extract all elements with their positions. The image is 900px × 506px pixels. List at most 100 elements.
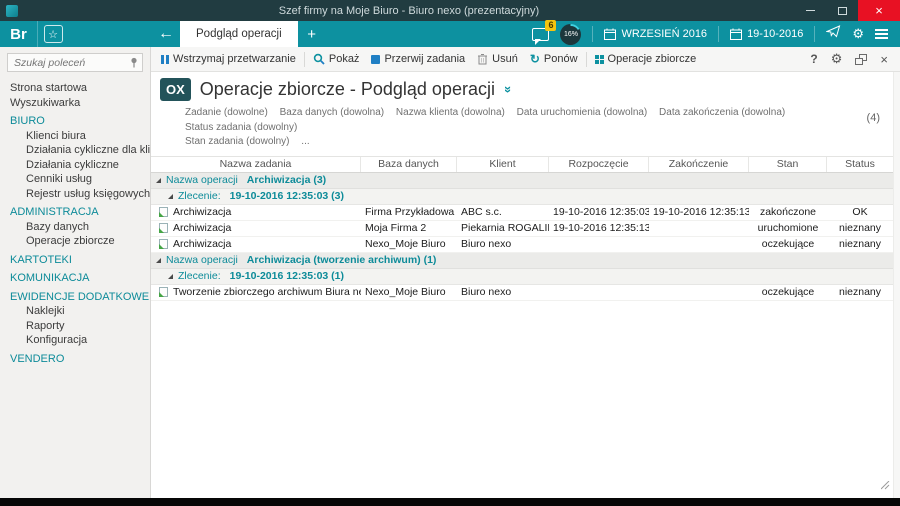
sidebar-section-komunikacja[interactable]: KOMUNIKACJA (10, 272, 150, 286)
sidebar-item-rejestr-uslug-ksiegowych[interactable]: Rejestr usług księgowych (10, 188, 150, 202)
sidebar-item-strona-startowa[interactable]: Strona startowa (10, 82, 150, 96)
back-button[interactable]: ← (152, 21, 180, 47)
toolbar-ponow-button[interactable]: ↻ Ponów (524, 47, 584, 71)
subgroup-row-zlecenie[interactable]: Zlecenie:19-10-2016 12:35:03 (3) (151, 189, 893, 205)
cell-status: nieznany (827, 286, 893, 298)
cell-client: Piekarnia ROGALIK (457, 222, 549, 234)
favorites-button[interactable]: ☆ (38, 21, 68, 47)
group-label-prefix: Nazwa operacji (166, 254, 238, 266)
close-view-button[interactable]: × (880, 52, 888, 67)
toolbar-usun-button[interactable]: Usuń (471, 47, 524, 71)
table-row[interactable]: Archiwizacja Moja Firma 2 Piekarnia ROGA… (151, 221, 893, 237)
task-icon (159, 239, 168, 249)
month-picker[interactable]: WRZESIEŃ 2016 (604, 28, 707, 40)
window-title: Szef firmy na Moje Biuro - Biuro nexo (p… (24, 5, 794, 17)
filter-status-zadania[interactable]: Status zadania (dowolny) (185, 121, 297, 136)
group-label-prefix: Nazwa operacji (166, 174, 238, 186)
sidebar-item-wyszukiwarka[interactable]: Wyszukiwarka (10, 97, 150, 111)
sidebar-item-klienci-biura[interactable]: Klienci biura (10, 130, 150, 144)
notifications-button[interactable]: 6 (532, 28, 549, 41)
sidebar-section-kartoteki[interactable]: KARTOTEKI (10, 254, 150, 268)
filter-stan-zadania[interactable]: Stan zadania (dowolny) (185, 135, 290, 150)
column-header-stan[interactable]: Stan (749, 157, 827, 172)
column-header-klient[interactable]: Klient (457, 157, 549, 172)
sidebar-item-raporty[interactable]: Raporty (10, 320, 150, 334)
sidebar-section-biuro[interactable]: BIURO (10, 115, 150, 129)
sidebar-item-cenniki-uslug[interactable]: Cenniki usług (10, 173, 150, 187)
filter-bar: Zadanie (dowolne) Baza danych (dowolna) … (185, 106, 900, 150)
toolbar-operacje-zbiorcze-menu[interactable]: Operacje zbiorcze (589, 47, 703, 71)
settings-button[interactable]: ⚙ (852, 26, 864, 42)
filter-line-2: Stan zadania (dowolny) ... (185, 135, 900, 150)
toolbar-pokaz-button[interactable]: Pokaż (307, 47, 366, 71)
filter-zadanie[interactable]: Zadanie (dowolne) (185, 106, 268, 121)
date-picker[interactable]: 19-10-2016 (730, 28, 803, 40)
collapse-triangle-icon (156, 178, 161, 183)
table-row[interactable]: Tworzenie zbiorczego archiwum Biura nexo… (151, 285, 893, 301)
more-filters-button[interactable]: ... (301, 135, 309, 150)
appbar: Br ☆ ← Podgląd operacji + 6 16% WRZESIEŃ… (0, 21, 900, 47)
sidebar-item-konfiguracja[interactable]: Konfiguracja (10, 334, 150, 348)
separator (814, 26, 815, 42)
cell-db: Firma Przykładowa (361, 206, 457, 218)
search-input[interactable] (7, 53, 143, 72)
filter-data-zakonczenia[interactable]: Data zakończenia (dowolna) (659, 106, 785, 121)
cell-name: Archiwizacja (173, 222, 231, 234)
sidebar-section-vendero[interactable]: VENDERO (10, 353, 150, 367)
month-label: WRZESIEŃ 2016 (621, 28, 707, 40)
pin-icon[interactable] (129, 57, 139, 71)
sidebar-item-naklejki[interactable]: Naklejki (10, 305, 150, 319)
filter-baza-danych[interactable]: Baza danych (dowolna) (280, 106, 385, 121)
help-button[interactable]: ? (810, 52, 817, 66)
toolbar-separator (304, 52, 305, 67)
column-header-zakonczenie[interactable]: Zakończenie (649, 157, 749, 172)
new-tab-button[interactable]: + (298, 21, 326, 47)
command-search (7, 53, 143, 72)
cell-start: 19-10-2016 12:35:13 (549, 222, 649, 234)
table-row[interactable]: Archiwizacja Nexo_Moje Biuro Biuro nexo … (151, 237, 893, 253)
filter-nazwa-klienta[interactable]: Nazwa klienta (dowolna) (396, 106, 505, 121)
menu-button[interactable] (875, 29, 888, 39)
toolbar-separator (586, 52, 587, 67)
toolbar-wstrzymaj-przetwarzanie-button[interactable]: Wstrzymaj przetwarzanie (155, 47, 302, 71)
detach-window-button[interactable] (855, 54, 867, 65)
toolbar-przerwij-zadania-button[interactable]: Przerwij zadania (365, 47, 471, 71)
minimize-button[interactable] (794, 0, 826, 21)
group-row-archiwizacja[interactable]: Nazwa operacji Archiwizacja (3) (151, 173, 893, 189)
progress-indicator[interactable]: 16% (560, 24, 581, 45)
send-button[interactable] (826, 25, 841, 43)
appbar-right-cluster: 6 16% WRZESIEŃ 2016 19-10-2016 ⚙ (532, 21, 900, 47)
group-label-value: Archiwizacja (3) (247, 174, 326, 186)
group-row-archiwizacja-tworzenie[interactable]: Nazwa operacjiArchiwizacja (tworzenie ar… (151, 253, 893, 269)
column-header-rozpoczecie[interactable]: Rozpoczęcie (549, 157, 649, 172)
column-header-nazwa-zadania[interactable]: Nazwa zadania (151, 157, 361, 172)
toolbar-usun-label: Usuń (492, 53, 518, 65)
title-expander-chevron-icon[interactable]: » (501, 86, 516, 93)
sidebar-item-dzialania-cykliczne[interactable]: Działania cykliczne (10, 159, 150, 173)
table-row[interactable]: Archiwizacja Firma Przykładowa ABC s.c. … (151, 205, 893, 221)
column-header-baza-danych[interactable]: Baza danych (361, 157, 457, 172)
subgroup-row-zlecenie[interactable]: Zlecenie:19-10-2016 12:35:03 (1) (151, 269, 893, 285)
maximize-button[interactable] (826, 0, 858, 21)
sidebar: Strona startowa Wyszukiwarka BIURO Klien… (0, 47, 151, 498)
sidebar-item-operacje-zbiorcze[interactable]: Operacje zbiorcze (10, 235, 150, 249)
grid-icon (595, 55, 604, 64)
app-logo: Br (0, 21, 38, 47)
stop-icon (371, 55, 380, 64)
close-button[interactable]: × (858, 0, 900, 21)
resize-grip[interactable] (881, 477, 890, 495)
sidebar-item-dzialania-cykliczne-dla-klienta[interactable]: Działania cykliczne dla klienta (10, 144, 150, 158)
filter-data-uruchomienia[interactable]: Data uruchomienia (dowolna) (517, 106, 648, 121)
view-settings-button[interactable]: ⚙ (831, 51, 843, 67)
minimize-icon (806, 10, 815, 11)
toolbar-pokaz-label: Pokaż (329, 53, 360, 65)
column-header-status[interactable]: Status (827, 157, 893, 172)
sidebar-section-administracja[interactable]: ADMINISTRACJA (10, 206, 150, 220)
sidebar-item-bazy-danych[interactable]: Bazy danych (10, 221, 150, 235)
vertical-scrollbar[interactable] (893, 72, 900, 498)
subgroup-label-prefix: Zlecenie: (178, 190, 221, 202)
sidebar-section-ewidencje-dodatkowe[interactable]: EWIDENCJE DODATKOWE (10, 291, 150, 305)
tab-podglad-operacji[interactable]: Podgląd operacji (180, 21, 298, 47)
collapse-triangle-icon (168, 274, 173, 279)
main-area: Wstrzymaj przetwarzanie Pokaż Przerwij z… (151, 47, 900, 498)
